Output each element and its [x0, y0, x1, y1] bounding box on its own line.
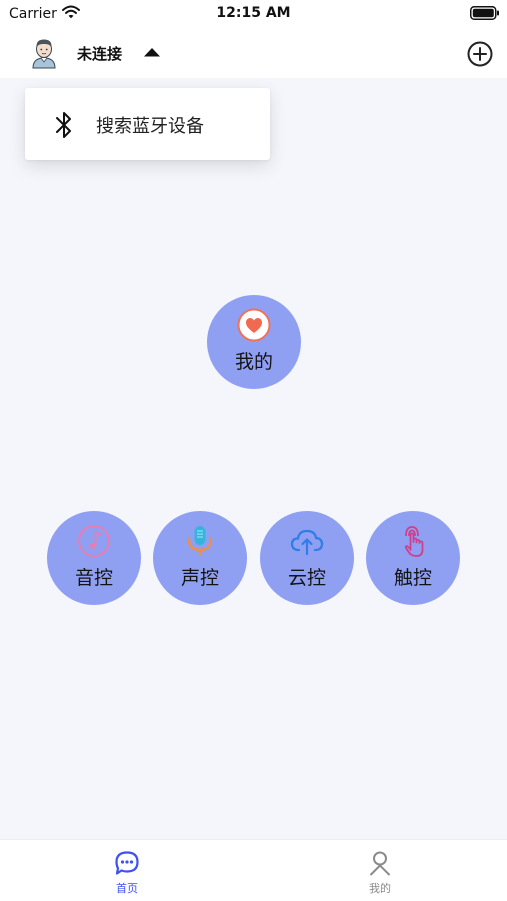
bottom-tab-bar: 首页 我的 [0, 839, 507, 901]
mine-button[interactable]: 我的 [207, 295, 301, 389]
touch-control-button[interactable]: 触控 [366, 511, 460, 605]
clock: 12:15 AM [216, 5, 291, 21]
tab-mine-label: 我的 [369, 882, 391, 895]
battery-icon [470, 6, 499, 20]
connection-status[interactable]: 未连接 [77, 43, 122, 64]
heart-icon [237, 308, 271, 342]
voice-control-button[interactable]: 声控 [153, 511, 247, 605]
menu-item-label: 搜索蓝牙设备 [96, 116, 204, 137]
music-control-button[interactable]: 音控 [47, 511, 141, 605]
person-icon [369, 851, 391, 876]
cloud-control-button[interactable]: 云控 [260, 511, 354, 605]
search-bluetooth-menu-item[interactable]: 搜索蓝牙设备 [25, 88, 270, 160]
caret-up-icon[interactable] [143, 47, 161, 57]
connection-dropdown-menu: 搜索蓝牙设备 [25, 88, 270, 160]
tab-home[interactable]: 首页 [87, 840, 167, 901]
touch-finger-icon [404, 526, 424, 557]
tab-home-label: 首页 [116, 882, 138, 895]
music-note-icon [78, 525, 110, 557]
user-avatar-icon[interactable] [30, 37, 58, 69]
mine-label: 我的 [234, 351, 273, 373]
cloud-control-label: 云控 [287, 567, 326, 589]
microphone-icon [187, 526, 213, 556]
cloud-upload-icon [290, 529, 324, 556]
status-bar: Carrier 12:15 AM [0, 0, 507, 28]
chat-bubble-icon [115, 851, 139, 875]
voice-control-label: 声控 [180, 567, 219, 589]
touch-control-label: 触控 [393, 567, 432, 589]
bluetooth-icon [56, 112, 71, 138]
top-navigation-bar: 未连接 [0, 28, 507, 78]
add-icon[interactable] [466, 40, 494, 68]
music-control-label: 音控 [74, 567, 113, 589]
tab-mine[interactable]: 我的 [340, 840, 420, 901]
